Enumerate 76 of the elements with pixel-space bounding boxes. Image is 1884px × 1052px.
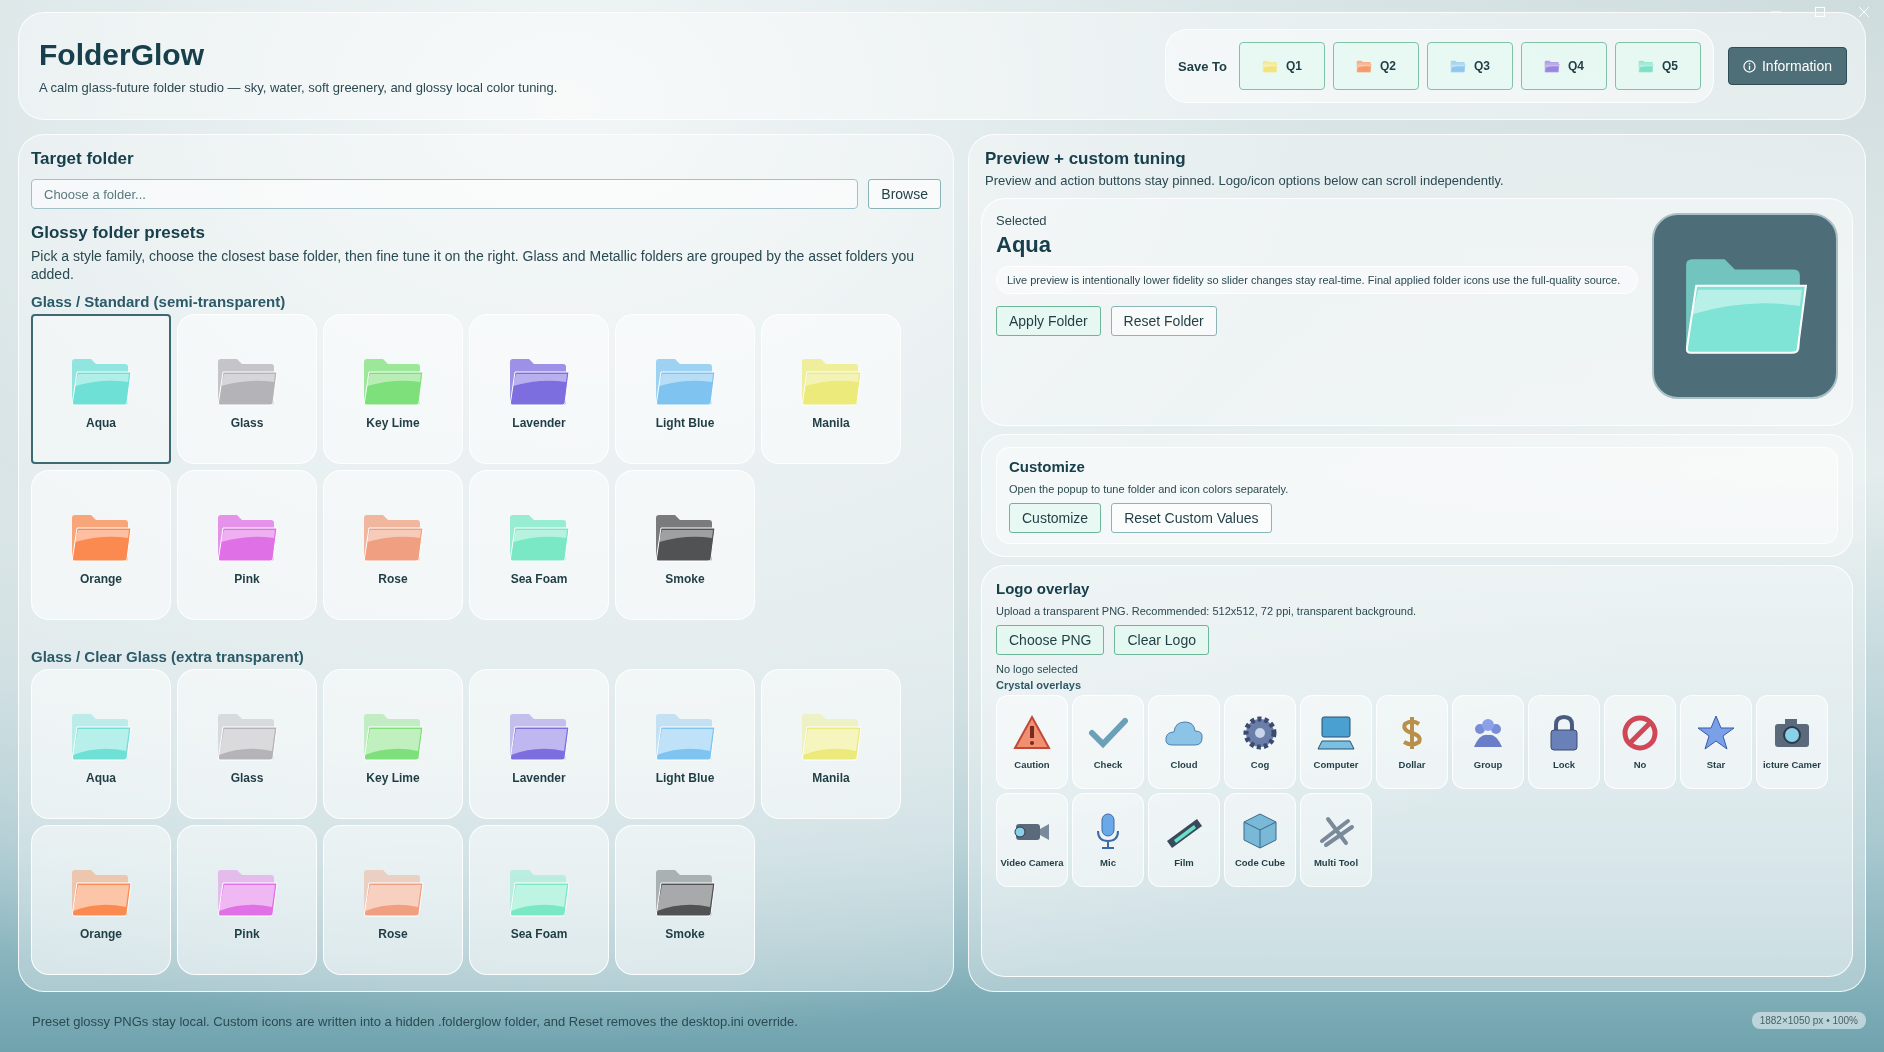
section-title: Customize — [1009, 457, 1086, 475]
folder-preset-tile[interactable]: Light Blue — [615, 669, 755, 820]
folder-preset-tile[interactable]: Glass — [177, 669, 317, 820]
browse-button[interactable]: Browse — [868, 179, 941, 209]
overlay-tile[interactable]: Star — [1680, 694, 1752, 789]
logo-action-button[interactable]: Choose PNG — [996, 624, 1105, 655]
overlay-tile[interactable]: Group — [1452, 694, 1524, 789]
overlay-tile[interactable]: Mic — [1072, 792, 1144, 887]
folder-preset-tile[interactable]: Key Lime — [323, 669, 463, 820]
folder-preset-tile[interactable]: Orange — [31, 825, 171, 976]
overlay-tile[interactable]: Video Camera — [996, 792, 1068, 887]
overlay-tile[interactable]: Code Cube — [1224, 792, 1296, 887]
overlay-tile[interactable]: Film — [1148, 792, 1220, 887]
folder-preset-tile[interactable]: Key Lime — [323, 314, 463, 465]
save-slot-button[interactable]: Q1 — [1238, 42, 1325, 90]
save-slot-button[interactable]: Q5 — [1614, 42, 1701, 90]
section-title: Preview + custom tuning — [984, 149, 1187, 169]
folder-preset-tile[interactable]: Smoke — [615, 470, 755, 621]
section-title: Logo overlay — [996, 579, 1091, 597]
info-icon — [1742, 59, 1756, 73]
group-title: Glass / Clear Glass (extra transparent) — [31, 648, 305, 666]
overlays-title: Crystal overlays — [996, 678, 1082, 691]
folder-preset-tile[interactable]: Manila — [761, 669, 901, 820]
maximize-icon[interactable] — [1814, 6, 1826, 18]
save-slot-button[interactable]: Q4 — [1520, 42, 1607, 90]
folder-preset-tile[interactable]: Pink — [177, 470, 317, 621]
folder-action-button[interactable]: Reset Folder — [1110, 305, 1217, 336]
preview-note: Live preview is intentionally lower fidelity so slider changes stay real-time. Final applied folder icons use the full-quality source. — [996, 265, 1638, 294]
folder-preset-tile[interactable]: Aqua — [31, 669, 171, 820]
zoom-badge: 1882×1050 px • 100% — [1751, 1011, 1866, 1029]
folder-preset-tile[interactable]: Manila — [761, 314, 901, 465]
save-slot-button[interactable]: Q3 — [1426, 42, 1513, 90]
customize-action-button[interactable]: Customize — [1009, 502, 1102, 533]
overlay-tile[interactable]: Cloud — [1148, 694, 1220, 789]
folder-preset-tile[interactable]: Sea Foam — [469, 470, 609, 621]
app-subtitle: A calm glass-future folder studio — sky, water, soft greenery, and glossy local color tuning. — [39, 79, 559, 95]
folder-preset-tile[interactable]: Lavender — [469, 314, 609, 465]
customize-action-button[interactable]: Reset Custom Values — [1111, 502, 1272, 533]
overlay-tile[interactable]: Caution — [996, 694, 1068, 789]
folder-preset-tile[interactable]: Pink — [177, 825, 317, 976]
preview-description: Preview and action buttons stay pinned. Logo/icon options below can scroll independently. — [984, 173, 1505, 190]
customize-description: Open the popup to tune folder and icon colors separately. — [1009, 482, 1290, 495]
overlay-tile[interactable]: Computer — [1300, 694, 1372, 789]
folder-path-field[interactable]: Choose a folder... — [31, 179, 859, 209]
overlay-tile[interactable]: Cog — [1224, 694, 1296, 789]
overlay-tile[interactable]: Lock — [1528, 694, 1600, 789]
folder-preset-tile[interactable]: Rose — [323, 470, 463, 621]
footer-note: Preset glossy PNGs stay local. Custom icons are written into a hidden .folderglow folder, and Reset removes the desktop.ini override. — [32, 1013, 798, 1031]
information-button[interactable]: Information — [1727, 47, 1847, 85]
selected-name: Aqua — [996, 231, 1052, 258]
folder-preset-tile[interactable]: Sea Foam — [469, 825, 609, 976]
folder-action-button[interactable]: Apply Folder — [996, 305, 1101, 336]
group-title: Glass / Standard (semi-transparent) — [31, 293, 287, 311]
logo-status: No logo selected — [996, 662, 1079, 675]
folder-preset-tile[interactable]: Smoke — [615, 825, 755, 976]
section-title: Glossy folder presets — [31, 223, 206, 243]
logo-action-button[interactable]: Clear Logo — [1114, 624, 1209, 655]
overlay-tile[interactable]: icture Camer — [1756, 694, 1828, 789]
logo-description: Upload a transparent PNG. Recommended: 512x512, 72 ppi, transparent background. — [996, 604, 1418, 617]
app-title: FolderGlow — [39, 37, 205, 72]
overlay-tile[interactable]: Dollar — [1376, 694, 1448, 789]
folder-preset-tile[interactable]: Orange — [31, 470, 171, 621]
section-title: Target folder — [31, 149, 135, 169]
folder-preset-tile[interactable]: Glass — [177, 314, 317, 465]
folder-preset-tile[interactable]: Aqua — [31, 314, 171, 465]
folder-preset-tile[interactable]: Lavender — [469, 669, 609, 820]
save-slot-button[interactable]: Q2 — [1332, 42, 1419, 90]
save-to-label: Save To — [1178, 58, 1227, 74]
overlay-tile[interactable]: Multi Tool — [1300, 792, 1372, 887]
overlay-tile[interactable]: Check — [1072, 694, 1144, 789]
presets-description: Pick a style family, choose the closest base folder, then fine tune it on the right. Glass and Metallic folders are grouped by the asset folders you added. — [31, 247, 915, 284]
folder-preset-tile[interactable]: Light Blue — [615, 314, 755, 465]
close-icon[interactable] — [1858, 6, 1870, 18]
overlay-tile[interactable]: No — [1604, 694, 1676, 789]
folder-preset-tile[interactable]: Rose — [323, 825, 463, 976]
selected-label: Selected — [996, 212, 1048, 230]
